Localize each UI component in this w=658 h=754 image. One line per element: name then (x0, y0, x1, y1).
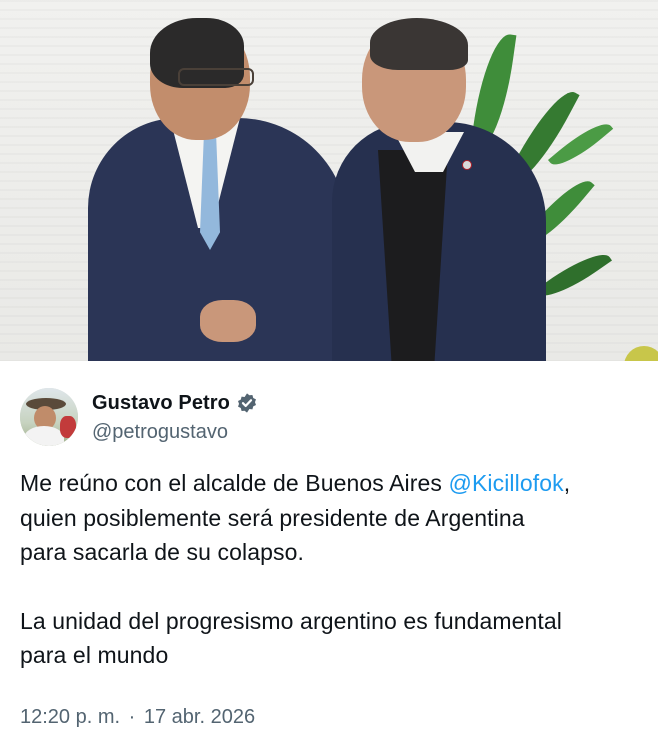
tweet-text-line3: para sacarla de su colapso. (20, 539, 304, 565)
timestamp-separator: · (128, 706, 136, 728)
tweet-time: 12:20 p. m. (20, 706, 121, 728)
tweet-card: Gustavo Petro @petrogustavo Me reúno con… (0, 0, 658, 754)
tweet-text-line1-suffix: , (563, 470, 571, 496)
avatar-shirt (24, 426, 64, 446)
lapel-pin (462, 160, 472, 170)
mention-link[interactable]: @Kicillofok (449, 470, 564, 496)
author-handle[interactable]: @petrogustavo (92, 421, 228, 444)
tweet-paragraph-2: La unidad del progresismo argentino es f… (20, 604, 644, 673)
author-avatar[interactable] (20, 388, 78, 446)
left-man-glasses (178, 68, 254, 86)
author-name-row: Gustavo Petro (92, 390, 258, 416)
right-man-hair (370, 18, 468, 70)
tweet-text-line1-prefix: Me reúno con el alcalde de Buenos Aires (20, 470, 449, 496)
tweet-photo[interactable] (0, 0, 658, 361)
tweet-timestamp[interactable]: 12:20 p. m. · 17 abr. 2026 (20, 706, 255, 729)
author-display-name[interactable]: Gustavo Petro (92, 392, 230, 415)
tweet-date: 17 abr. 2026 (143, 706, 256, 728)
verified-badge-icon[interactable] (236, 392, 258, 414)
left-man-hands (200, 300, 256, 342)
avatar-red-detail (60, 416, 76, 438)
tweet-text-para2-line2: para el mundo (20, 642, 169, 668)
tweet-text-line2: quien posiblemente será presidente de Ar… (20, 504, 525, 531)
tweet-text: Me reúno con el alcalde de Buenos Aires … (20, 466, 644, 673)
tweet-paragraph-1: Me reúno con el alcalde de Buenos Aires … (20, 466, 644, 570)
tweet-text-para2-line1: La unidad del progresismo argentino es f… (20, 607, 563, 634)
